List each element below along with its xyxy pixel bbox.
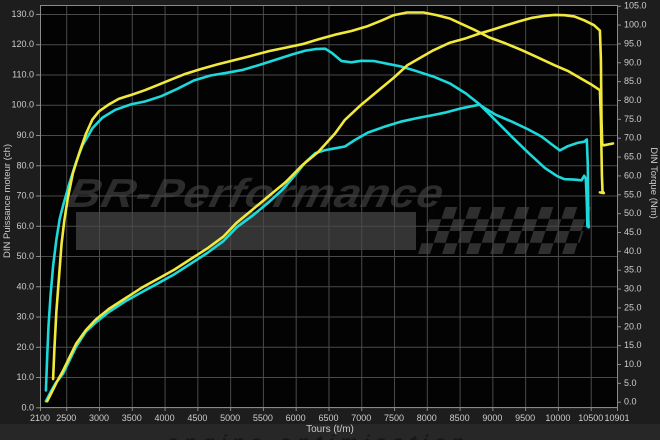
tick-label-right: 35.0	[624, 265, 642, 275]
tick-label-right: 25.0	[624, 302, 642, 312]
tick-label-left: 30.0	[16, 312, 34, 322]
tick-label-right: 55.0	[624, 189, 642, 199]
tick-label-right: 75.0	[624, 114, 642, 124]
tick-label-right: 95.0	[624, 38, 642, 48]
tick-label-x: 9000	[482, 413, 502, 423]
tick-label-right: 80.0	[624, 95, 642, 105]
tick-label-left: 100.0	[11, 100, 34, 110]
curve-power_stock	[46, 105, 589, 402]
tick-label-x: 2100	[30, 413, 50, 423]
tick-label-right: 10.0	[624, 359, 642, 369]
tick-label-x: 10500	[578, 413, 603, 423]
tick-label-left: 10.0	[16, 372, 34, 382]
tick-label-x: 4000	[155, 413, 175, 423]
tick-label-x: 4500	[187, 413, 207, 423]
tick-label-right: 40.0	[624, 246, 642, 256]
tick-label-x: 10000	[545, 413, 570, 423]
tick-label-left: 60.0	[16, 221, 34, 231]
tick-label-left: 120.0	[11, 39, 34, 49]
tick-label-x: 8500	[450, 413, 470, 423]
tick-label-right: 70.0	[624, 133, 642, 143]
tick-label-x: 2500	[56, 413, 76, 423]
tick-label-right: 105.0	[624, 1, 647, 11]
curve-torque_stock	[46, 49, 588, 391]
tick-label-left: 40.0	[16, 281, 34, 291]
x-axis-title: Tours (t/m)	[306, 424, 354, 435]
grid-layer	[40, 5, 618, 408]
tick-label-right: 30.0	[624, 284, 642, 294]
tick-label-left: 20.0	[16, 342, 34, 352]
chart-svg: 0.0 10.0 20.0 30.0 40.0 50.0 60.0 70.0 80.0 90.0 1…	[0, 0, 660, 440]
tick-label-x: 8000	[417, 413, 437, 423]
tick-label-left: 110.0	[12, 69, 34, 79]
tick-label-x: 5500	[253, 413, 273, 423]
tick-label-left: 80.0	[16, 160, 34, 170]
tick-label-left: 50.0	[16, 251, 34, 261]
tick-label-right: 100.0	[624, 20, 647, 30]
tick-label-right: 90.0	[624, 57, 642, 67]
tick-label-left: 0.0	[21, 402, 34, 412]
tick-label-right: 50.0	[624, 208, 642, 218]
tick-label-x: 7500	[384, 413, 404, 423]
tick-label-right: 65.0	[624, 152, 642, 162]
tick-label-right: 45.0	[624, 227, 642, 237]
tick-label-right: 60.0	[624, 170, 642, 180]
tick-label-right: 5.0	[624, 378, 637, 388]
tick-label-x: 5000	[220, 413, 240, 423]
dyno-chart: BR-Performance engine optimisation 0.010…	[0, 0, 660, 440]
y-axis-right-title: DIN Torque (Nm)	[648, 147, 659, 219]
tick-label-x: 6000	[286, 413, 306, 423]
tick-label-right: 85.0	[624, 76, 642, 86]
tick-label-right: 15.0	[624, 340, 642, 350]
tick-label-right: 20.0	[624, 321, 642, 331]
tick-label-x: 6500	[318, 413, 338, 423]
tick-label-left: 90.0	[16, 130, 34, 140]
tick-label-x: 10901	[604, 413, 629, 423]
tick-label-x: 7000	[351, 413, 371, 423]
axis-layer: 0.0 10.0 20.0 30.0 40.0 50.0 60.0 70.0 80.0 90.0 1…	[2, 1, 659, 435]
y-axis-left-title: DIN Puissance moteur (ch)	[2, 144, 13, 258]
tick-label-x: 3500	[122, 413, 142, 423]
tick-label-right: 0.0	[624, 397, 637, 407]
tick-label-x: 9500	[515, 413, 535, 423]
tick-label-left: 70.0	[16, 191, 34, 201]
tick-label-x: 3000	[89, 413, 109, 423]
tick-label-left: 130.0	[11, 9, 34, 19]
